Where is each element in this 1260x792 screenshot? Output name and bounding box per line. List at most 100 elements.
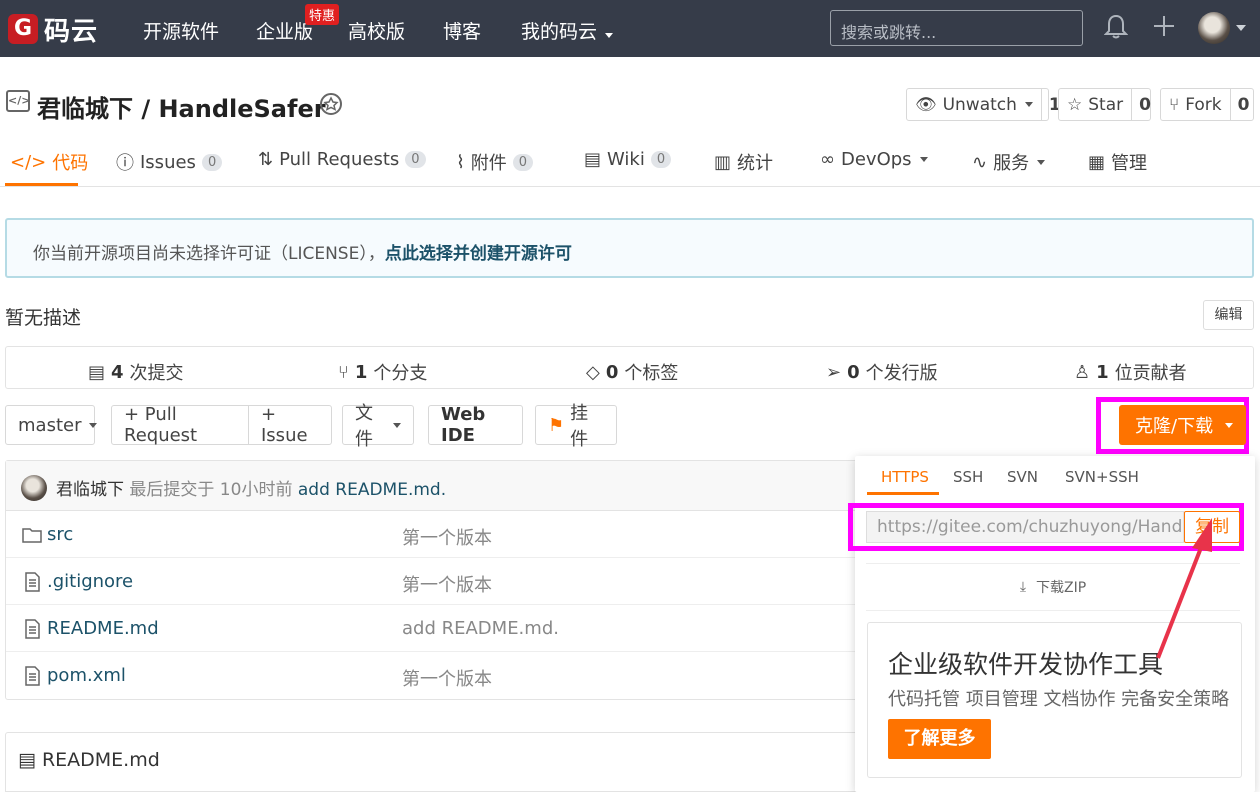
pulse-icon: ∿ bbox=[972, 151, 988, 173]
nav-blog[interactable]: 博客 bbox=[443, 17, 481, 44]
file-commit-message[interactable]: 第一个版本 bbox=[402, 524, 492, 550]
tab-manage[interactable]: ▦ 管理 bbox=[1088, 149, 1147, 175]
bookmark-icon: ⚑ bbox=[548, 414, 565, 436]
send-icon: ➢ bbox=[826, 361, 842, 383]
commit-author[interactable]: 君临城下 bbox=[56, 480, 124, 500]
pr-count-badge: 0 bbox=[405, 151, 426, 168]
nav-education[interactable]: 高校版 bbox=[348, 17, 405, 44]
license-notice: 你当前开源项目尚未选择许可证（LICENSE），点此选择并创建开源许可 bbox=[5, 218, 1254, 278]
chevron-down-icon bbox=[89, 422, 98, 428]
tab-code[interactable]: </> 代码 bbox=[10, 149, 88, 175]
license-create-link[interactable]: 点此选择并创建开源许可 bbox=[385, 244, 572, 264]
file-commit-message[interactable]: 第一个版本 bbox=[402, 665, 492, 691]
file-name[interactable]: .gitignore bbox=[47, 571, 133, 592]
tab-stats[interactable]: ▥ 统计 bbox=[714, 149, 773, 175]
chevron-down-icon bbox=[1024, 102, 1033, 107]
tab-svn-ssh[interactable]: SVN+SSH bbox=[1065, 468, 1139, 486]
file-list: 君临城下 最后提交于 10小时前 add README.md. src 第一个版… bbox=[5, 460, 875, 700]
avatar-dropdown-icon[interactable] bbox=[1236, 25, 1246, 31]
chevron-down-icon bbox=[393, 422, 401, 428]
recommend-badge-icon[interactable] bbox=[318, 91, 344, 117]
file-icon bbox=[25, 619, 40, 639]
chevron-down-icon bbox=[605, 33, 614, 38]
tab-manage-label: 管理 bbox=[1111, 153, 1148, 174]
readme-panel: ▤ README.md bbox=[5, 732, 875, 792]
code-repo-icon: </> bbox=[6, 90, 30, 112]
file-commit-message[interactable]: 第一个版本 bbox=[402, 571, 492, 597]
search-input[interactable]: 搜索或跳转... bbox=[830, 10, 1083, 46]
widget-button[interactable]: ⚑ 挂件 bbox=[535, 403, 617, 450]
fork-button[interactable]: ⑂ Fork 0 bbox=[1160, 88, 1254, 121]
tab-wiki[interactable]: ▤ Wiki 0 bbox=[584, 149, 672, 170]
nav-my-gitee[interactable]: 我的码云 bbox=[521, 17, 614, 44]
branch-select[interactable]: master bbox=[5, 405, 98, 445]
file-commit-message[interactable]: add README.md. bbox=[402, 618, 559, 639]
table-row[interactable]: .gitignore 第一个版本 bbox=[6, 558, 874, 605]
star-icon: ☆ bbox=[1067, 94, 1083, 115]
new-pull-request-button[interactable]: + Pull Request bbox=[111, 404, 249, 446]
clone-label: 克隆/下载 bbox=[1135, 416, 1214, 437]
tab-issues-label: Issues bbox=[140, 151, 196, 173]
tab-pull-requests[interactable]: ⇅ Pull Requests 0 bbox=[258, 149, 426, 170]
tab-services-label: 服务 bbox=[993, 153, 1030, 174]
learn-more-button[interactable]: 了解更多 bbox=[888, 719, 991, 759]
promo-title: 企业级软件开发协作工具 bbox=[888, 650, 1164, 679]
avatar[interactable] bbox=[21, 475, 47, 501]
repo-tabs: </> 代码 ⓘ Issues 0 ⇅ Pull Requests 0 ⌇ 附件 0 ▤ Wik… bbox=[0, 137, 1260, 187]
file-name[interactable]: src bbox=[47, 524, 73, 545]
file-name[interactable]: pom.xml bbox=[47, 665, 126, 686]
bell-icon[interactable] bbox=[1104, 14, 1128, 40]
clone-download-button[interactable]: 克隆/下载 bbox=[1119, 405, 1246, 445]
infinity-icon: ∞ bbox=[820, 149, 835, 170]
eye-icon: 👁 bbox=[915, 94, 937, 115]
tab-services[interactable]: ∿ 服务 bbox=[972, 149, 1046, 175]
plus-icon[interactable] bbox=[1152, 14, 1176, 38]
issues-count-badge: 0 bbox=[201, 153, 223, 171]
contributors-icon: ♙ bbox=[1074, 361, 1091, 383]
files-dropdown[interactable]: 文件 bbox=[342, 403, 414, 450]
folder-icon bbox=[22, 528, 42, 543]
chevron-down-icon bbox=[1225, 422, 1234, 428]
table-row[interactable]: README.md add README.md. bbox=[6, 605, 874, 652]
new-issue-button[interactable]: + Issue bbox=[248, 404, 332, 446]
stat-releases[interactable]: ➢ 0 个发行版 bbox=[826, 359, 938, 385]
tab-code-label: 代码 bbox=[52, 153, 89, 174]
star-label: Star bbox=[1088, 94, 1124, 115]
unwatch-button[interactable]: 👁 Unwatch 1 bbox=[906, 88, 1061, 121]
stat-commits[interactable]: ▤ 4 次提交 bbox=[88, 359, 184, 385]
tab-ssh[interactable]: SSH bbox=[953, 468, 983, 486]
stat-branches[interactable]: ⑂ 1 个分支 bbox=[338, 359, 427, 385]
web-ide-button[interactable]: Web IDE bbox=[428, 404, 523, 446]
stat-tags[interactable]: ◇ 0 个标签 bbox=[586, 359, 678, 385]
commit-meta: 最后提交于 10小时前 bbox=[129, 480, 293, 500]
commit-message[interactable]: add README.md. bbox=[298, 480, 446, 500]
table-row[interactable]: pom.xml 第一个版本 bbox=[6, 652, 874, 699]
tab-devops[interactable]: ∞ DevOps bbox=[820, 149, 928, 170]
branches-label: 个分支 bbox=[373, 363, 428, 384]
tab-issues[interactable]: ⓘ Issues 0 bbox=[116, 149, 223, 175]
clone-url-input[interactable]: https://gitee.com/chuzhuyong/HandleSafer… bbox=[866, 511, 1184, 543]
license-notice-text: 你当前开源项目尚未选择许可证（LICENSE）， bbox=[33, 244, 385, 264]
tab-svn[interactable]: SVN bbox=[1007, 468, 1038, 486]
nav-my-gitee-label: 我的码云 bbox=[521, 21, 598, 43]
star-count: 0 bbox=[1131, 89, 1158, 120]
promo-subtitle: 代码托管 项目管理 文档协作 完备安全策略 bbox=[888, 689, 1230, 710]
stat-contributors[interactable]: ♙ 1 位贡献者 bbox=[1074, 359, 1187, 385]
gitee-logo[interactable]: G 码云 bbox=[8, 13, 99, 47]
repo-title[interactable]: 君临城下 / HandleSafer bbox=[37, 89, 326, 124]
bar-chart-icon: ▥ bbox=[714, 151, 732, 173]
readme-title-label: README.md bbox=[41, 749, 160, 771]
user-avatar[interactable] bbox=[1198, 12, 1230, 44]
star-button[interactable]: ☆ Star 0 bbox=[1058, 88, 1151, 121]
tab-https[interactable]: HTTPS bbox=[881, 468, 929, 486]
code-icon: </> bbox=[10, 151, 47, 173]
file-name[interactable]: README.md bbox=[47, 618, 159, 639]
nav-open-source[interactable]: 开源软件 bbox=[143, 17, 219, 44]
file-icon bbox=[25, 666, 40, 686]
edit-description-button[interactable]: 编辑 bbox=[1203, 300, 1254, 330]
logo-text: 码云 bbox=[44, 16, 99, 47]
download-icon: ⤓ bbox=[1019, 579, 1027, 595]
fork-label: Fork bbox=[1185, 94, 1222, 115]
table-row[interactable]: src 第一个版本 bbox=[6, 511, 874, 558]
tab-attachments[interactable]: ⌇ 附件 0 bbox=[456, 149, 534, 175]
